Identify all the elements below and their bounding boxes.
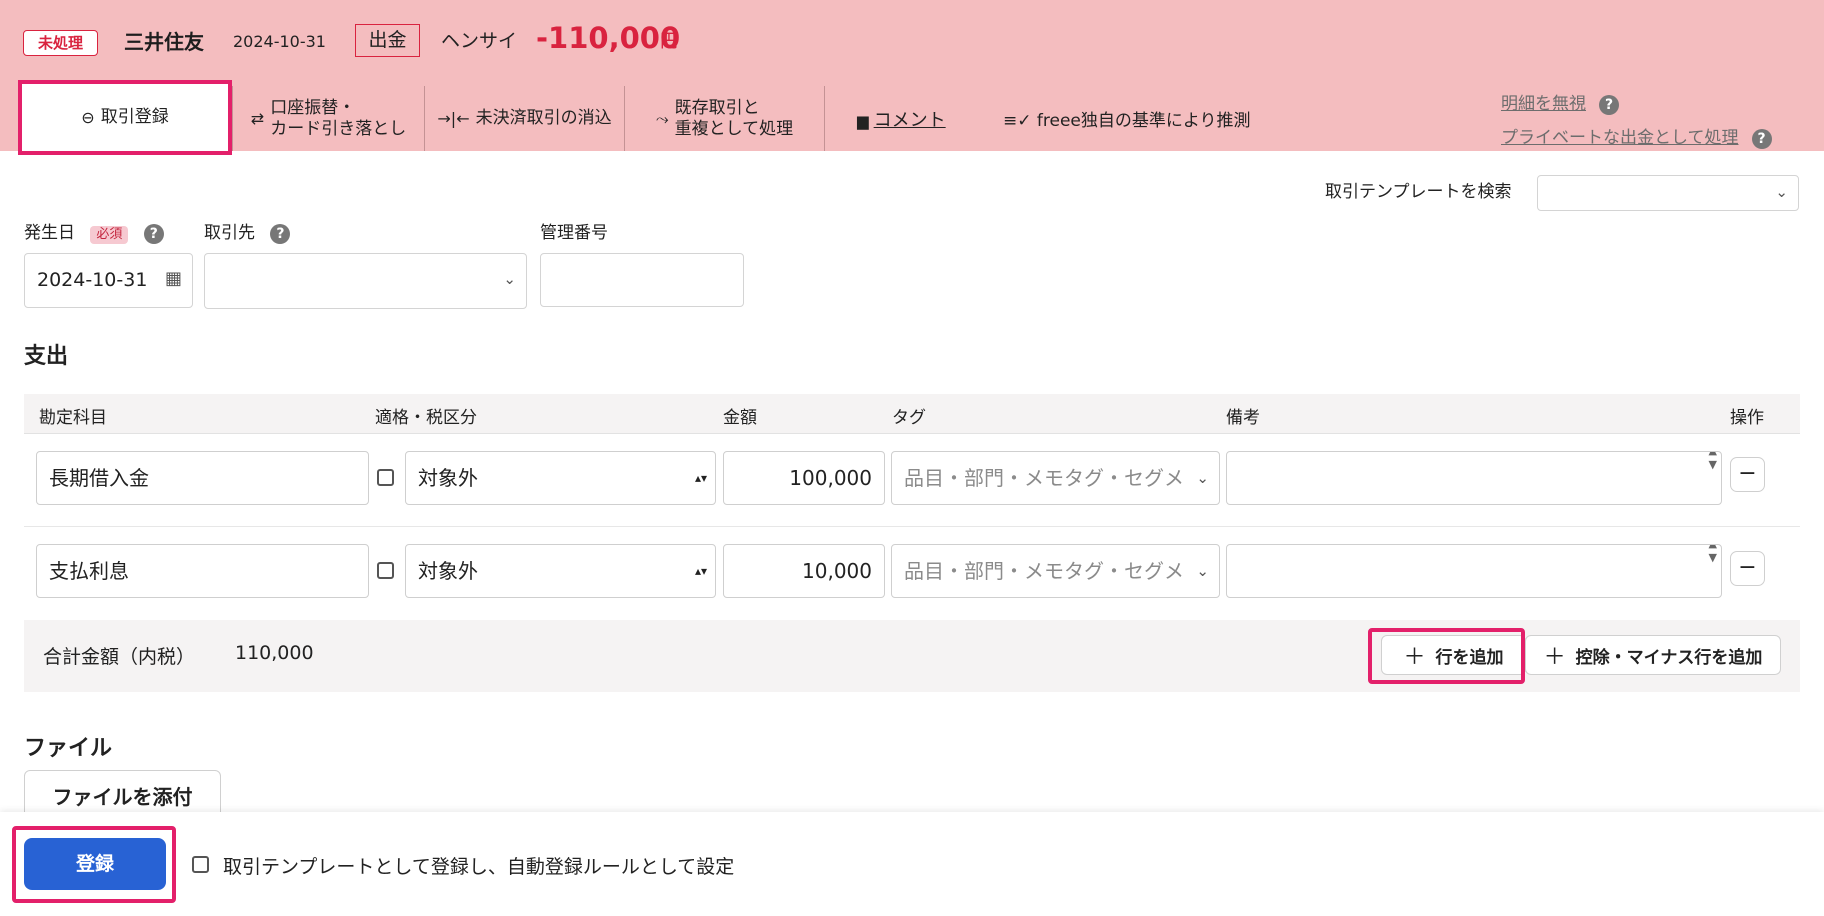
col-tag: タグ [892,408,926,428]
footer-bar: 登録 取引テンプレートとして登録し、自動登録ルールとして設定 [0,812,1824,916]
totals-bar: 合計金額（内税） 110,000 ＋ 行を追加 ＋ 控除・マイナス行を追加 [24,620,1800,692]
tax-select[interactable]: 対象外 ▴▾ [405,451,716,505]
help-icon[interactable]: ? [143,224,164,244]
reconcile-icon: →|← [437,109,470,128]
template-search-select[interactable]: ⌄ [1537,175,1799,211]
memo-textarea[interactable]: ▲▼ [1226,451,1722,505]
col-account: 勘定科目 [39,408,107,428]
date-value: 2024-10-31 [37,269,148,291]
total-label: 合計金額（内税） [43,646,196,668]
merge-icon: ⤳ [655,109,669,128]
remove-row-button[interactable]: − [1730,457,1765,492]
freee-guess-label: freee独自の基準により推測 [1036,111,1251,131]
chevron-down-icon: ⌄ [1196,545,1209,597]
partner-label: 取引先 ? [204,222,291,244]
chevron-down-icon: ⌄ [503,270,516,288]
tab-label-line2: 重複として処理 [674,118,794,139]
qualified-checkbox[interactable] [377,562,394,579]
col-amount: 金額 [723,408,757,428]
status-badge: 未処理 [23,30,98,56]
mgmt-number-input[interactable] [540,253,744,307]
updown-icon: ▴▾ [694,564,707,578]
tax-value: 対象外 [418,559,478,583]
plus-icon: ＋ [1543,645,1566,670]
comment-link[interactable]: ▆ コメント [857,106,946,132]
tab-register[interactable]: ⊖ 取引登録 [18,80,232,155]
template-checkbox[interactable] [192,856,209,873]
statement-header: 未処理 三井住友 2024-10-31 出金 ヘンサイ -110,000 円 ⇄… [0,0,1824,155]
ignore-statement: 明細を無視 ? [1501,89,1620,115]
transaction-register-screen: 未処理 三井住友 2024-10-31 出金 ヘンサイ -110,000 円 ⇄… [0,0,1824,916]
statement-amount: -110,000 [536,21,681,55]
date-label-text: 発生日 [24,223,75,243]
submit-button[interactable]: 登録 [24,838,166,890]
amount-input[interactable]: 100,000 [723,451,885,505]
add-row-label: 行を追加 [1435,647,1504,668]
chevron-down-icon: ⌄ [1196,452,1209,504]
expense-section-title: 支出 [24,344,69,369]
add-row-button[interactable]: ＋ 行を追加 [1381,635,1526,675]
account-input[interactable]: 支払利息 [36,544,369,598]
comment-link-label: コメント [873,110,946,131]
amount-input[interactable]: 10,000 [723,544,885,598]
comment-icon: ▆ [857,112,869,130]
tax-select[interactable]: 対象外 ▴▾ [405,544,716,598]
updown-icon: ▴▾ [694,471,707,485]
private-expense: プライベートな出金として処理 ? [1501,123,1772,149]
minus-circle-icon: ⊖ [81,108,95,127]
col-tax: 適格・税区分 [375,408,477,428]
bank-name: 三井住友 [124,30,204,54]
help-icon[interactable]: ? [270,224,291,244]
tag-placeholder: 品目・部門・メモタグ・セグメ [904,466,1184,490]
ignore-link[interactable]: 明細を無視 [1501,94,1586,114]
tab-label-line1: 口座振替・ [270,97,356,118]
expense-table-header: 勘定科目 適格・税区分 金額 タグ 備考 操作 [24,394,1800,434]
template-checkbox-label[interactable]: 取引テンプレートとして登録し、自動登録ルールとして設定 [223,852,734,879]
chevron-down-icon: ⌄ [1775,183,1788,201]
currency-unit: 円 [660,31,678,52]
private-expense-link[interactable]: プライベートな出金として処理 [1501,128,1739,148]
account-input[interactable]: 長期借入金 [36,451,369,505]
help-icon[interactable]: ? [1751,129,1772,149]
partner-select[interactable]: ⌄ [204,253,527,309]
tab-duplicate[interactable]: ⤳ 既存取引と 重複として処理 [625,86,825,151]
remove-row-button[interactable]: − [1730,551,1765,586]
spinner-icon: ▲▼ [1708,452,1717,471]
help-icon[interactable]: ? [1599,95,1620,115]
template-search-label: 取引テンプレートを検索 [1325,182,1512,202]
tax-value: 対象外 [418,466,478,490]
total-value: 110,000 [235,642,314,664]
add-deduct-row-button[interactable]: ＋ 控除・マイナス行を追加 [1525,635,1781,675]
tab-account-transfer[interactable]: ⇄ 口座振替・ カード引き落とし [232,86,425,151]
plus-icon: ＋ [1403,645,1426,670]
partner-label-text: 取引先 [204,223,255,243]
add-deduct-row-label: 控除・マイナス行を追加 [1575,647,1763,668]
statement-date: 2024-10-31 [233,32,326,51]
statement-partner: ヘンサイ [441,30,518,52]
row-divider [24,526,1800,527]
mgmt-number-label: 管理番号 [540,223,608,243]
freee-guess: ≡✓ freee独自の基準により推測 [1003,106,1251,131]
tag-select[interactable]: 品目・部門・メモタグ・セグメ ⌄ [891,451,1220,505]
tag-select[interactable]: 品目・部門・メモタグ・セグメ ⌄ [891,544,1220,598]
col-memo: 備考 [1226,408,1260,428]
tab-label-line2: カード引き落とし [270,118,407,139]
file-section-title: ファイル [24,736,113,761]
tag-placeholder: 品目・部門・メモタグ・セグメ [904,559,1184,583]
direction-badge: 出金 [355,24,420,57]
date-label: 発生日 必須 ? [24,222,164,244]
memo-textarea[interactable]: ▲▼ [1226,544,1722,598]
spinner-icon: ▲▼ [1708,545,1717,564]
col-actions: 操作 [1730,408,1764,428]
required-badge: 必須 [90,226,129,244]
tab-label: 未決済取引の消込 [475,108,612,128]
date-input[interactable]: 2024-10-31 ▦ [24,253,193,308]
calendar-icon[interactable]: ▦ [165,268,182,289]
qualified-checkbox[interactable] [377,469,394,486]
tab-label-line1: 既存取引と [674,97,760,118]
list-check-icon: ≡✓ [1003,111,1032,131]
tab-reconcile[interactable]: →|← 未決済取引の消込 [425,86,625,151]
swap-arrows-icon: ⇄ [250,109,265,128]
tab-label: 取引登録 [100,107,169,127]
